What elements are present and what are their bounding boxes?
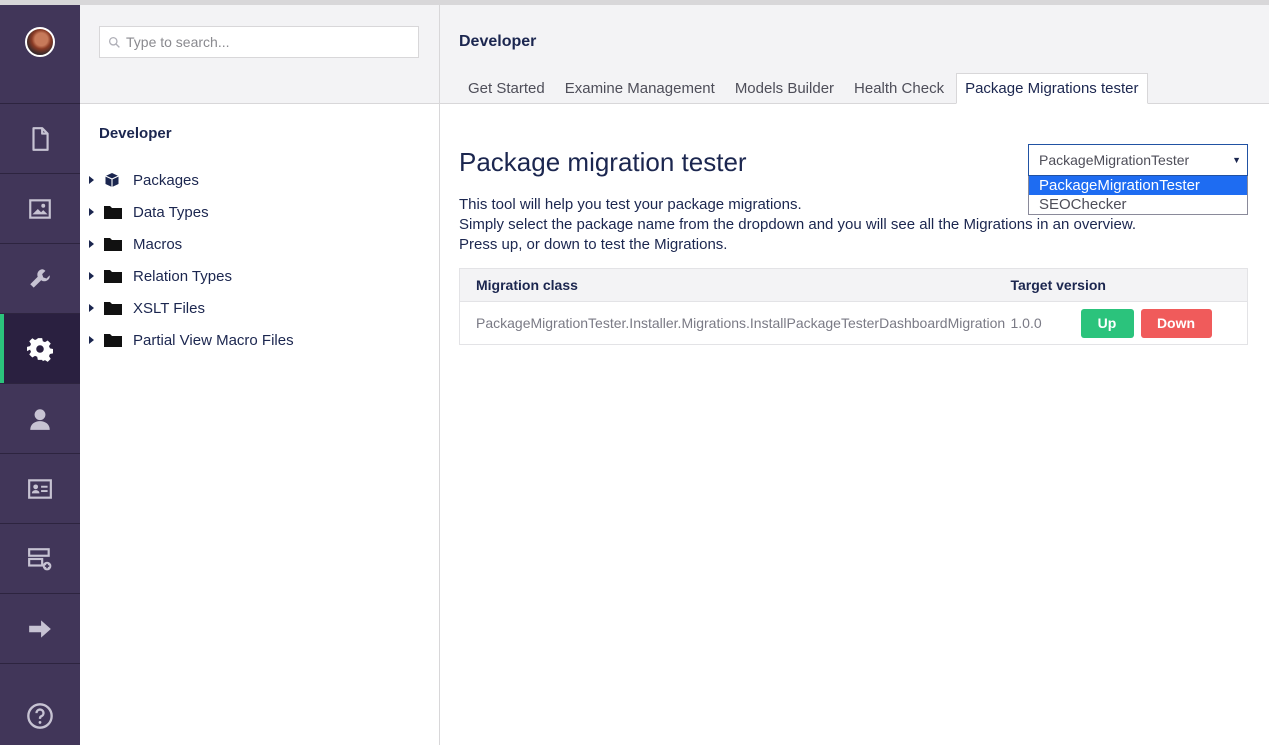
migrations-table: Migration class Target version PackageMi…: [459, 268, 1248, 345]
arrow-right-icon: [29, 619, 51, 638]
description-line: Press up, or down to test the Migrations…: [459, 236, 728, 253]
search-box[interactable]: [99, 26, 419, 58]
up-button[interactable]: Up: [1080, 308, 1134, 338]
section-media[interactable]: [0, 174, 80, 244]
form-icon: [28, 547, 52, 570]
package-select-box[interactable]: PackageMigrationTester ▼: [1028, 144, 1248, 176]
package-select-value: PackageMigrationTester: [1039, 152, 1190, 168]
tree-header: [80, 5, 439, 104]
caret-right-icon[interactable]: [84, 272, 98, 280]
tree-item-relation-types[interactable]: Relation Types: [80, 260, 439, 292]
tab-package-migrations-tester[interactable]: Package Migrations tester: [956, 73, 1148, 104]
tree-item-label: Partial View Macro Files: [133, 331, 294, 349]
tree-title: Developer: [99, 125, 172, 142]
tree-list: Packages Data Types Macros Relation Type…: [80, 164, 439, 356]
tree-item-xslt-files[interactable]: XSLT Files: [80, 292, 439, 324]
image-icon: [29, 198, 51, 219]
folder-icon: [104, 300, 124, 316]
tree-panel: Developer Packages Data Types Macros Rel…: [80, 5, 440, 745]
dashboard-content: Package migration tester PackageMigratio…: [440, 104, 1269, 345]
main-panel: Developer Get Started Examine Management…: [440, 5, 1269, 745]
caret-right-icon[interactable]: [84, 304, 98, 312]
package-select-options: PackageMigrationTester SEOChecker: [1028, 176, 1248, 215]
package-icon: [104, 172, 124, 188]
column-header-target-version: Target version: [1010, 268, 1248, 302]
section-forms[interactable]: [0, 524, 80, 594]
gear-icon: [27, 337, 53, 362]
help-button[interactable]: [0, 702, 80, 730]
search-input[interactable]: [126, 34, 406, 50]
folder-icon: [104, 236, 124, 252]
folder-icon: [104, 268, 124, 284]
user-avatar-slot: [0, 5, 80, 104]
folder-icon: [104, 204, 124, 220]
caret-right-icon[interactable]: [84, 336, 98, 344]
tree-item-packages[interactable]: Packages: [80, 164, 439, 196]
table-row: PackageMigrationTester.Installer.Migrati…: [460, 302, 1248, 345]
tree-item-label: Macros: [133, 235, 183, 253]
caret-right-icon[interactable]: [84, 208, 98, 216]
main-header: Developer Get Started Examine Management…: [440, 5, 1269, 104]
tab-models-builder[interactable]: Models Builder: [725, 73, 844, 103]
select-option[interactable]: PackageMigrationTester: [1029, 176, 1247, 195]
avatar[interactable]: [25, 27, 55, 57]
tab-bar: Get Started Examine Management Models Bu…: [458, 73, 1148, 104]
section-content[interactable]: [0, 104, 80, 174]
tab-examine-management[interactable]: Examine Management: [555, 73, 725, 103]
document-icon: [32, 126, 49, 151]
tree-item-label: Relation Types: [133, 267, 232, 285]
chevron-down-icon: ▼: [1232, 155, 1241, 165]
user-icon: [30, 408, 50, 430]
section-developer[interactable]: [0, 314, 80, 384]
search-icon: [108, 36, 120, 48]
migration-class-cell: PackageMigrationTester.Installer.Migrati…: [476, 315, 1006, 331]
section-users[interactable]: [0, 384, 80, 454]
actions-cell: Up Down: [1080, 302, 1248, 345]
tree-item-partial-view-macro-files[interactable]: Partial View Macro Files: [80, 324, 439, 356]
tree-item-data-types[interactable]: Data Types: [80, 196, 439, 228]
description-line: Simply select the package name from the …: [459, 216, 1137, 233]
tree-item-label: Packages: [133, 171, 199, 189]
column-header-migration-class: Migration class: [459, 268, 1011, 302]
down-button[interactable]: Down: [1140, 308, 1212, 338]
folder-icon: [104, 332, 124, 348]
app-root: Developer Packages Data Types Macros Rel…: [0, 0, 1269, 745]
section-translation[interactable]: [0, 594, 80, 664]
wrench-icon: [30, 268, 50, 288]
tab-get-started[interactable]: Get Started: [458, 73, 555, 103]
tree-item-label: XSLT Files: [133, 299, 205, 317]
section-rail: [0, 5, 80, 745]
caret-right-icon[interactable]: [84, 240, 98, 248]
table-header-row: Migration class Target version: [459, 268, 1248, 302]
section-members[interactable]: [0, 454, 80, 524]
select-option[interactable]: SEOChecker: [1029, 195, 1247, 214]
section-settings[interactable]: [0, 244, 80, 314]
target-version-cell: 1.0.0: [1010, 315, 1042, 331]
tree-item-macros[interactable]: Macros: [80, 228, 439, 260]
package-select[interactable]: PackageMigrationTester ▼ PackageMigratio…: [1028, 144, 1248, 215]
help-icon: [27, 703, 53, 729]
caret-right-icon[interactable]: [84, 176, 98, 184]
tab-health-check[interactable]: Health Check: [844, 73, 954, 103]
section-title: Developer: [459, 33, 537, 50]
id-card-icon: [28, 478, 52, 499]
tree-item-label: Data Types: [133, 203, 209, 221]
